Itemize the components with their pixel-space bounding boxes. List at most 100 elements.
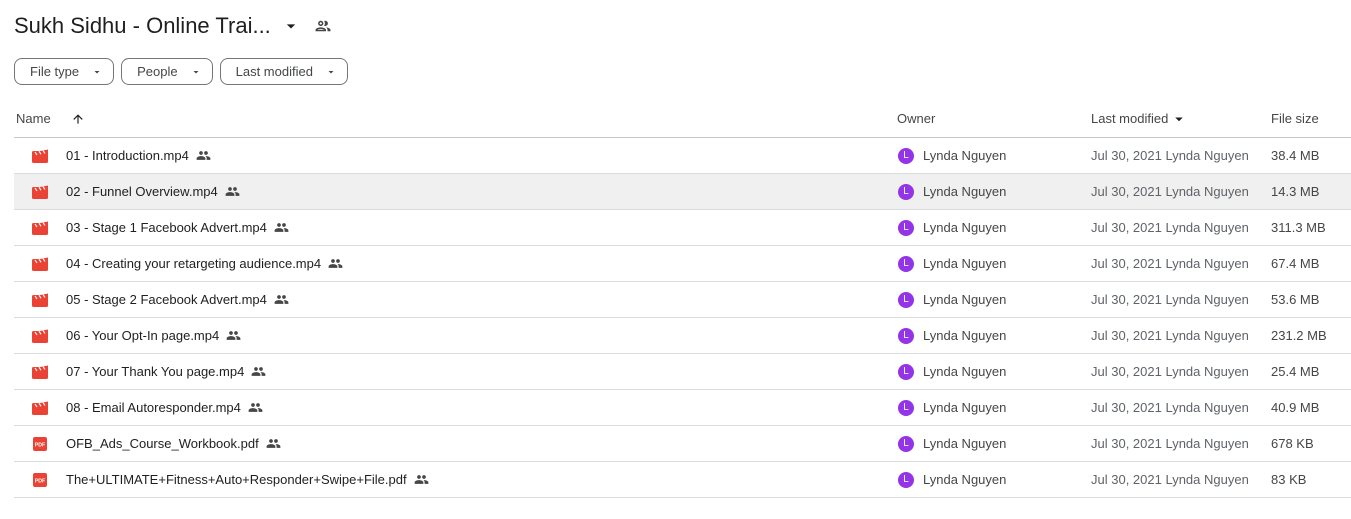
file-name-cell: OFB_Ads_Course_Workbook.pdf — [66, 426, 281, 461]
owner-name: Lynda Nguyen — [923, 328, 1007, 343]
arrow-upward-icon[interactable] — [68, 100, 88, 137]
owner-cell: L Lynda Nguyen — [898, 246, 1006, 281]
video-file-icon — [32, 174, 48, 209]
pdf-file-icon: PDF — [32, 426, 48, 461]
file-name-cell: The+ULTIMATE+Fitness+Auto+Responder+Swip… — [66, 462, 429, 497]
file-list: Name Owner Last modified File size 01 - … — [14, 100, 1351, 498]
file-name: The+ULTIMATE+Fitness+Auto+Responder+Swip… — [66, 472, 407, 487]
owner-name: Lynda Nguyen — [923, 364, 1007, 379]
pdf-file-icon: PDF — [32, 462, 48, 497]
file-row[interactable]: PDF The+ULTIMATE+Fitness+Auto+Responder+S… — [14, 462, 1351, 498]
folder-title[interactable]: Sukh Sidhu - Online Trai... — [14, 13, 271, 39]
shared-people-icon — [248, 400, 263, 415]
owner-name: Lynda Nguyen — [923, 148, 1007, 163]
file-name: OFB_Ads_Course_Workbook.pdf — [66, 436, 259, 451]
video-file-icon — [32, 354, 48, 389]
filter-label: People — [137, 64, 178, 79]
shared-people-icon — [414, 472, 429, 487]
last-modified-cell: Jul 30, 2021 Lynda Nguyen — [1091, 292, 1249, 307]
shared-people-icon — [251, 364, 266, 379]
file-row[interactable]: 03 - Stage 1 Facebook Advert.mp4 L Lynda N… — [14, 210, 1351, 246]
avatar: L — [898, 147, 914, 164]
arrow-drop-down-icon — [91, 66, 103, 78]
file-list-header: Name Owner Last modified File size — [14, 100, 1351, 138]
avatar: L — [898, 219, 914, 236]
last-modified-cell: Jul 30, 2021 Lynda Nguyen — [1091, 148, 1249, 163]
folder-menu-caret-icon[interactable] — [277, 12, 305, 40]
video-file-icon — [32, 246, 48, 281]
owner-name: Lynda Nguyen — [923, 256, 1007, 271]
filter-file-type[interactable]: File type — [14, 58, 115, 85]
file-name-cell: 07 - Your Thank You page.mp4 — [66, 354, 266, 389]
file-name: 08 - Email Autoresponder.mp4 — [66, 400, 241, 415]
file-name-cell: 03 - Stage 1 Facebook Advert.mp4 — [66, 210, 289, 245]
shared-people-icon — [225, 184, 240, 199]
avatar: L — [898, 291, 914, 308]
column-name[interactable]: Name — [16, 100, 51, 137]
arrow-drop-down-icon — [190, 66, 202, 78]
file-size-cell: 53.6 MB — [1271, 292, 1320, 307]
owner-cell: L Lynda Nguyen — [898, 354, 1006, 389]
file-row[interactable]: PDF OFB_Ads_Course_Workbook.pdf L Lynda Ngu… — [14, 426, 1351, 462]
file-name-cell: 02 - Funnel Overview.mp4 — [66, 174, 240, 209]
file-row[interactable]: 06 - Your Opt-In page.mp4 L Lynda Nguyen Ju… — [14, 318, 1351, 354]
file-size-cell: 231.2 MB — [1271, 328, 1327, 343]
owner-cell: L Lynda Nguyen — [898, 426, 1006, 461]
shared-people-icon — [196, 148, 211, 163]
filter-bar: File type People Last modified — [14, 58, 348, 85]
avatar: L — [898, 471, 914, 488]
folder-header: Sukh Sidhu - Online Trai... — [14, 10, 337, 42]
file-name: 05 - Stage 2 Facebook Advert.mp4 — [66, 292, 267, 307]
owner-cell: L Lynda Nguyen — [898, 138, 1006, 173]
file-name-cell: 08 - Email Autoresponder.mp4 — [66, 390, 263, 425]
file-size-cell: 25.4 MB — [1271, 364, 1320, 379]
filter-people[interactable]: People — [121, 58, 213, 85]
svg-text:PDF: PDF — [35, 442, 45, 448]
last-modified-cell: Jul 30, 2021 Lynda Nguyen — [1091, 436, 1249, 451]
avatar: L — [898, 399, 914, 416]
file-name: 02 - Funnel Overview.mp4 — [66, 184, 218, 199]
video-file-icon — [32, 282, 48, 317]
file-name-cell: 01 - Introduction.mp4 — [66, 138, 211, 173]
file-name: 01 - Introduction.mp4 — [66, 148, 189, 163]
drive-folder-view: Sukh Sidhu - Online Trai... File type Pe… — [0, 0, 1351, 519]
owner-name: Lynda Nguyen — [923, 292, 1007, 307]
file-name: 06 - Your Opt-In page.mp4 — [66, 328, 220, 343]
file-row[interactable]: 08 - Email Autoresponder.mp4 L Lynda Nguye… — [14, 390, 1351, 426]
file-row[interactable]: 07 - Your Thank You page.mp4 L Lynda Nguye… — [14, 354, 1351, 390]
file-name-cell: 04 - Creating your retargeting audience.… — [66, 246, 343, 281]
avatar: L — [898, 363, 914, 380]
last-modified-cell: Jul 30, 2021 Lynda Nguyen — [1091, 328, 1249, 343]
avatar: L — [898, 183, 914, 200]
file-size-cell: 67.4 MB — [1271, 256, 1320, 271]
shared-people-icon — [226, 328, 241, 343]
column-last-modified[interactable]: Last modified — [1091, 100, 1188, 137]
owner-name: Lynda Nguyen — [923, 436, 1007, 451]
video-file-icon — [32, 390, 48, 425]
owner-cell: L Lynda Nguyen — [898, 282, 1006, 317]
owner-name: Lynda Nguyen — [923, 220, 1007, 235]
video-file-icon — [32, 210, 48, 245]
avatar: L — [898, 327, 914, 344]
file-row[interactable]: 02 - Funnel Overview.mp4 L Lynda Nguyen Jul… — [14, 174, 1351, 210]
column-owner: Owner — [897, 111, 936, 126]
column-last-modified-label: Last modified — [1091, 111, 1169, 126]
last-modified-cell: Jul 30, 2021 Lynda Nguyen — [1091, 472, 1249, 487]
file-name-cell: 05 - Stage 2 Facebook Advert.mp4 — [66, 282, 289, 317]
owner-name: Lynda Nguyen — [923, 184, 1007, 199]
owner-cell: L Lynda Nguyen — [898, 210, 1006, 245]
last-modified-cell: Jul 30, 2021 Lynda Nguyen — [1091, 184, 1249, 199]
filter-last-modified[interactable]: Last modified — [219, 58, 348, 85]
file-row[interactable]: 05 - Stage 2 Facebook Advert.mp4 L Lynda N… — [14, 282, 1351, 318]
owner-cell: L Lynda Nguyen — [898, 174, 1006, 209]
file-name-cell: 06 - Your Opt-In page.mp4 — [66, 318, 241, 353]
last-modified-cell: Jul 30, 2021 Lynda Nguyen — [1091, 256, 1249, 271]
owner-name: Lynda Nguyen — [923, 472, 1007, 487]
last-modified-cell: Jul 30, 2021 Lynda Nguyen — [1091, 400, 1249, 415]
owner-cell: L Lynda Nguyen — [898, 390, 1006, 425]
file-row[interactable]: 01 - Introduction.mp4 L Lynda Nguyen Jul 30… — [14, 138, 1351, 174]
owner-cell: L Lynda Nguyen — [898, 462, 1006, 497]
file-size-cell: 38.4 MB — [1271, 148, 1320, 163]
shared-people-icon[interactable] — [309, 12, 337, 40]
file-row[interactable]: 04 - Creating your retargeting audience.… — [14, 246, 1351, 282]
